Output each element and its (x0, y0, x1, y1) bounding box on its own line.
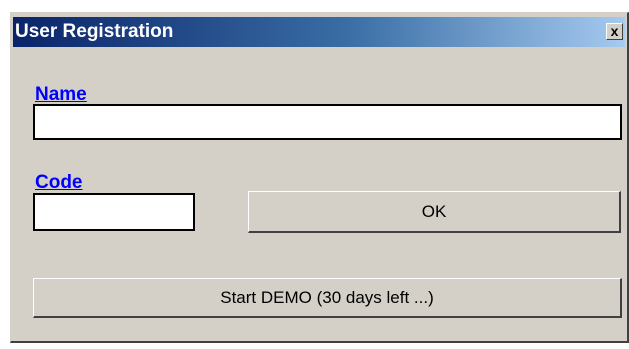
title-bar: User Registration x (13, 17, 625, 47)
close-icon: x (610, 23, 619, 39)
code-label: Code (35, 172, 83, 193)
name-field[interactable] (33, 104, 622, 140)
close-button[interactable]: x (606, 23, 623, 40)
registration-dialog: User Registration x Name Code OK Start D… (10, 12, 629, 343)
code-field[interactable] (33, 193, 195, 231)
start-demo-button[interactable]: Start DEMO (30 days left ...) (33, 278, 622, 318)
name-label: Name (35, 84, 87, 105)
ok-button[interactable]: OK (248, 191, 621, 233)
window-title: User Registration (15, 21, 174, 42)
